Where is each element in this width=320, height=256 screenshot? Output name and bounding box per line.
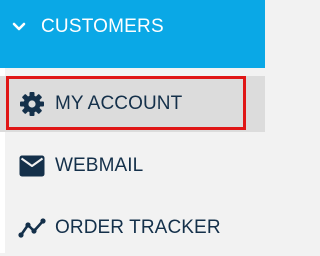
- menu-item-label: WEBMAIL: [55, 155, 144, 176]
- customers-header-label: CUSTOMERS: [41, 16, 164, 37]
- menu-item-my-account[interactable]: MY ACCOUNT: [0, 76, 265, 132]
- chevron-down-icon: [12, 20, 26, 34]
- menu-item-webmail[interactable]: WEBMAIL: [0, 138, 265, 194]
- menu-item-label: ORDER TRACKER: [55, 217, 221, 238]
- menu-item-order-tracker[interactable]: ORDER TRACKER: [0, 200, 265, 256]
- trend-line-icon: [18, 214, 46, 242]
- envelope-icon: [18, 152, 46, 180]
- gear-icon: [18, 90, 46, 118]
- customers-section-header[interactable]: CUSTOMERS: [0, 0, 265, 68]
- customers-submenu: MY ACCOUNT WEBMAIL ORDER TRACKER: [0, 68, 265, 253]
- menu-item-label: MY ACCOUNT: [55, 93, 183, 114]
